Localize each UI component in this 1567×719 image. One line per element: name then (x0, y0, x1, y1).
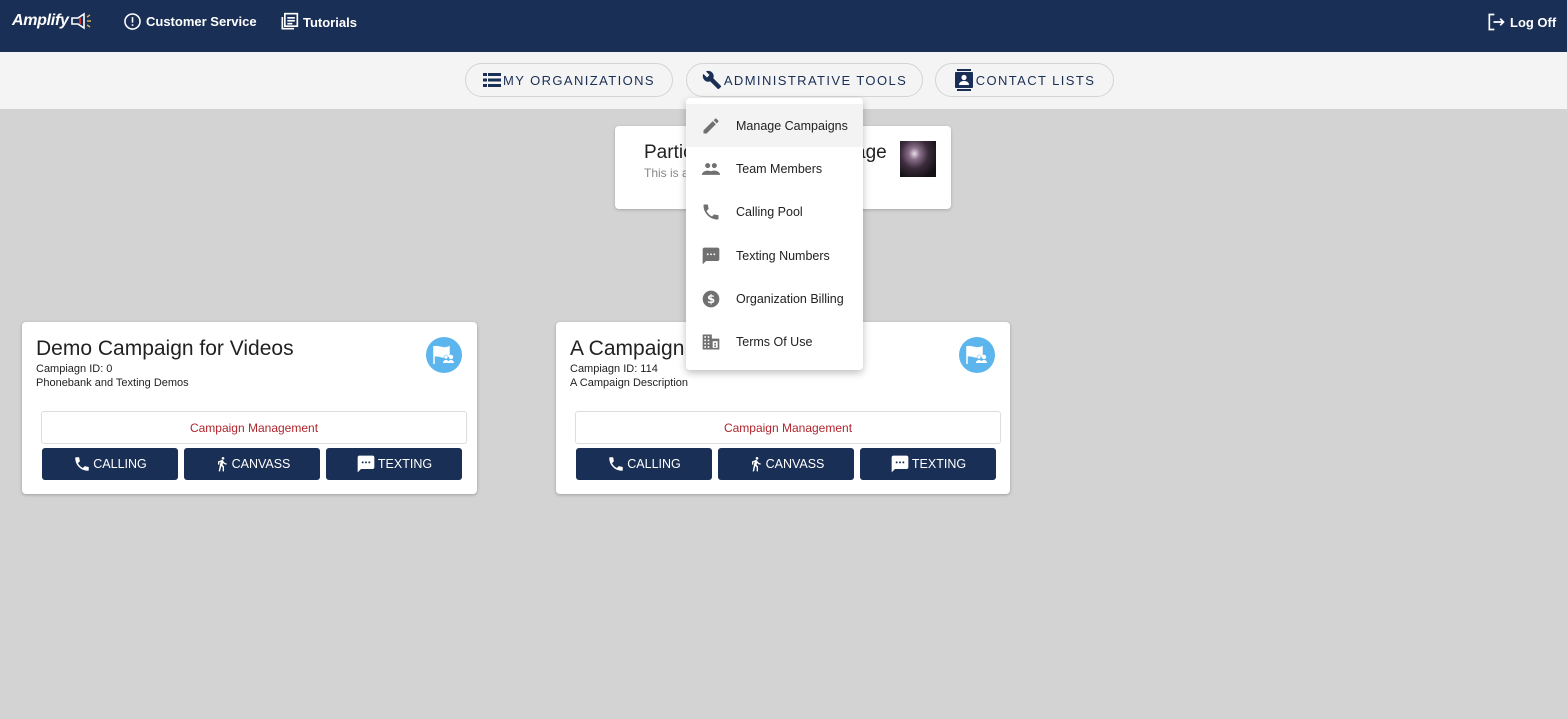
menu-item-texting-numbers[interactable]: Texting Numbers (686, 234, 863, 277)
campaign-flag-icon (426, 337, 462, 373)
menu-item-label: Manage Campaigns (736, 118, 848, 133)
campaign-id: Campiagn ID: 114 (570, 363, 658, 375)
campaign-description: Phonebank and Texting Demos (36, 377, 189, 389)
list-icon (483, 73, 502, 87)
calling-label: CALLING (627, 457, 681, 471)
phone-icon (686, 202, 736, 222)
tab-contact-lists-label: CONTACT LISTS (975, 72, 1096, 88)
tab-my-organizations-label: MY ORGANIZATIONS (503, 72, 655, 88)
customer-service-label: Customer Service (146, 14, 257, 29)
menu-item-label: Texting Numbers (736, 248, 830, 263)
sms-icon (891, 455, 909, 473)
campaign-title: A Campaign (570, 337, 685, 360)
organization-subtitle: This is a (644, 166, 689, 180)
svg-text:$: $ (707, 292, 715, 306)
texting-button[interactable]: TEXTING (326, 448, 462, 480)
menu-item-terms-of-use[interactable]: Terms Of Use (686, 320, 863, 363)
campaign-flag-icon (959, 337, 995, 373)
campaign-card: Demo Campaign for Videos Campiagn ID: 0 … (22, 322, 477, 494)
walking-icon (751, 457, 761, 472)
texting-label: TEXTING (377, 457, 433, 471)
walking-icon (217, 457, 227, 472)
calling-button[interactable]: CALLING (576, 448, 712, 480)
top-navigation-bar: Amplify Customer Service Tutorials Log O… (0, 0, 1567, 52)
administrative-tools-menu: Manage Campaigns Team Members Calling Po… (686, 98, 863, 370)
amplify-logo[interactable]: Amplify (12, 12, 92, 30)
calling-label: CALLING (93, 457, 147, 471)
library-books-icon (281, 12, 299, 30)
menu-item-label: Team Members (736, 161, 823, 176)
tutorials-label: Tutorials (303, 14, 357, 30)
canvass-button[interactable]: CANVASS (184, 448, 320, 480)
phone-icon (609, 457, 623, 471)
canvass-label: CANVASS (765, 457, 825, 471)
people-icon (686, 159, 736, 179)
alert-circle-icon (124, 13, 141, 30)
tab-contact-lists[interactable]: CONTACT LISTS (935, 63, 1114, 97)
canvass-button[interactable]: CANVASS (718, 448, 854, 480)
campaign-id: Campiagn ID: 0 (36, 363, 113, 375)
texting-button[interactable]: TEXTING (860, 448, 996, 480)
calling-button[interactable]: CALLING (42, 448, 178, 480)
sms-icon (357, 455, 375, 473)
menu-item-team-members[interactable]: Team Members (686, 147, 863, 190)
logout-icon (1488, 13, 1505, 31)
tab-administrative-tools[interactable]: ADMINISTRATIVE TOOLS (686, 63, 923, 97)
menu-item-label: Terms Of Use (736, 335, 813, 350)
campaign-actions: CALLING CANVASS TEXTING (576, 448, 996, 480)
campaign-management-button[interactable]: Campaign Management (41, 411, 467, 444)
customer-service-link[interactable]: Customer Service (123, 12, 257, 31)
pencil-icon (686, 116, 736, 136)
logo-text: Amplify (12, 12, 69, 29)
log-off-label: Log Off (1510, 14, 1557, 30)
megaphone-icon (70, 12, 91, 30)
tab-my-organizations[interactable]: MY ORGANIZATIONS (465, 63, 673, 97)
texting-label: TEXTING (911, 457, 967, 471)
campaign-actions: CALLING CANVASS TEXTING (42, 448, 462, 480)
wrench-icon (702, 70, 722, 90)
menu-item-organization-billing[interactable]: $ Organization Billing (686, 277, 863, 320)
menu-item-label: Calling Pool (736, 205, 803, 220)
menu-item-label: Organization Billing (736, 291, 844, 306)
sms-icon (686, 246, 736, 266)
log-off-button[interactable]: Log Off (1486, 12, 1556, 32)
menu-item-manage-campaigns[interactable]: Manage Campaigns (686, 104, 863, 148)
dollar-icon: $ (686, 289, 736, 309)
organization-image (900, 141, 936, 177)
canvass-label: CANVASS (231, 457, 291, 471)
contacts-icon (954, 69, 973, 91)
campaign-description: A Campaign Description (570, 377, 689, 389)
phone-icon (75, 457, 89, 471)
tab-administrative-tools-label: ADMINISTRATIVE TOOLS (723, 72, 908, 88)
tutorials-link[interactable]: Tutorials (279, 12, 357, 32)
building-icon (686, 332, 736, 352)
menu-item-calling-pool[interactable]: Calling Pool (686, 191, 863, 234)
campaign-title: Demo Campaign for Videos (36, 337, 294, 360)
campaign-management-button[interactable]: Campaign Management (575, 411, 1001, 444)
